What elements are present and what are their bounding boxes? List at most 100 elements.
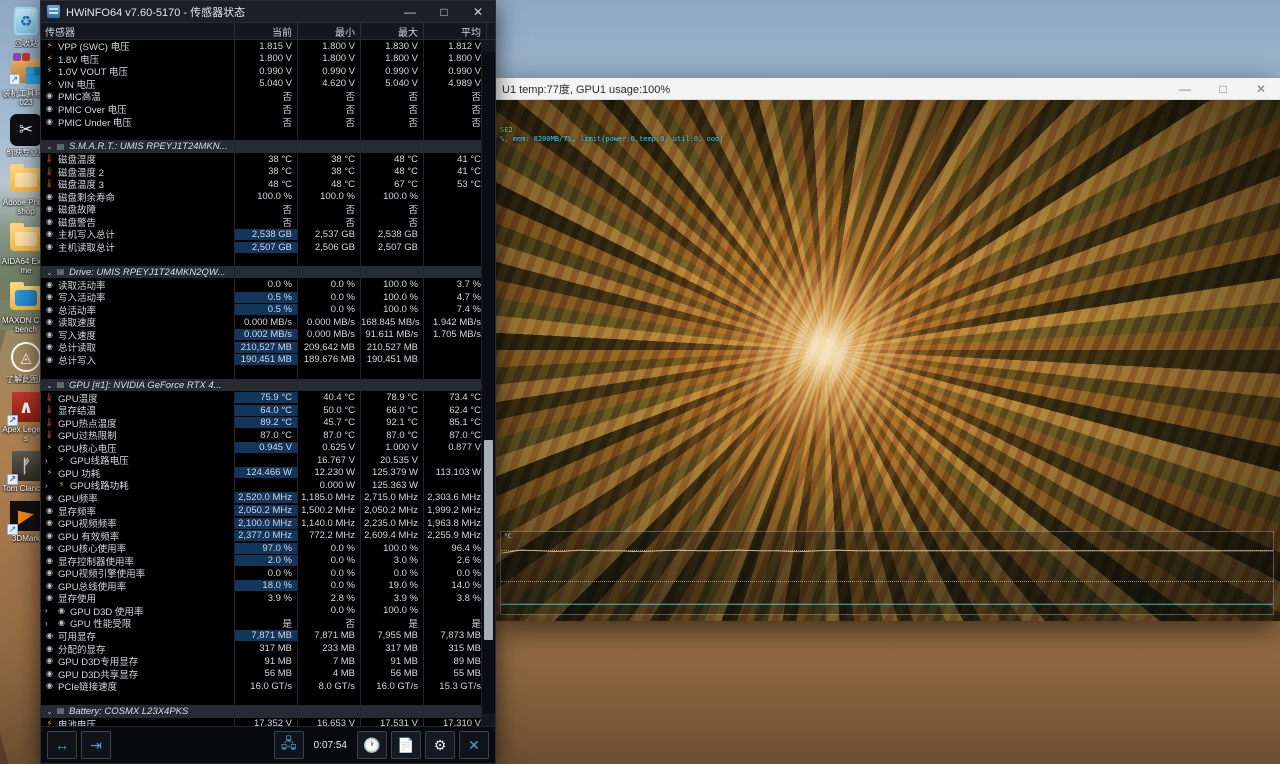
sensor-group-header[interactable]: ⌄▤S.M.A.R.T.: UMIS RPEYJ1T24MKN... <box>41 140 481 153</box>
sensor-row[interactable]: ◉PMIC Over 电压否否否否 <box>41 103 481 116</box>
sensor-row[interactable]: ⚡GPU 功耗124.466 W12.230 W125.379 W113.103… <box>41 467 481 480</box>
exit-button[interactable]: ✕ <box>459 731 489 759</box>
collapse-chevron-icon[interactable]: ⌄ <box>45 381 54 390</box>
column-header-1[interactable]: 传感器 <box>41 24 234 39</box>
gauge-icon: ◉ <box>45 192 54 201</box>
sensor-row[interactable]: 🌡磁盘温度38 °C38 °C48 °C41 °C <box>41 153 481 166</box>
sensor-row[interactable]: ◉GPU D3D专用显存91 MB7 MB91 MB89 MB <box>41 655 481 668</box>
sensor-row[interactable]: 🌡显存结温64.0 °C50.0 °C66.0 °C62.4 °C <box>41 404 481 417</box>
sensor-row[interactable]: ◉GPU视频频率2,100.0 MHz1,140.0 MHz2,235.0 MH… <box>41 517 481 530</box>
column-divider <box>297 379 298 392</box>
close-button[interactable]: ✕ <box>461 1 495 23</box>
value-min: 0.0 % <box>298 543 360 554</box>
value-max: 56 MB <box>361 668 423 679</box>
hwinfo-titlebar[interactable]: HWiNFO64 v7.60-5170 - 传感器状态 — □ ✕ <box>41 1 495 23</box>
sensor-group-header[interactable]: ⌄▤GPU [#1]: NVIDIA GeForce RTX 4... <box>41 379 481 392</box>
collapse-chevron-icon[interactable]: ⌄ <box>45 142 54 151</box>
sensor-row[interactable]: 🌡磁盘温度 238 °C38 °C48 °C41 °C <box>41 165 481 178</box>
sensor-row[interactable]: ◉GPU D3D共享显存56 MB4 MB56 MB55 MB <box>41 667 481 680</box>
sensor-row[interactable]: ◉读取活动率0.0 %0.0 %100.0 %3.7 % <box>41 278 481 291</box>
sensor-row[interactable]: ◉PMIC Under 电压否否否否 <box>41 115 481 128</box>
minimize-button[interactable]: — <box>393 1 427 23</box>
column-divider[interactable] <box>486 23 487 39</box>
minimize-button[interactable]: — <box>1166 78 1204 100</box>
forward-button[interactable]: ⇥ <box>81 731 111 759</box>
column-divider <box>423 228 424 241</box>
back-button[interactable]: ↔ <box>47 731 77 759</box>
expand-chevron-icon[interactable]: › <box>45 619 55 628</box>
sensor-row[interactable]: ◉GPU视频引擎使用率0.0 %0.0 %0.0 %0.0 % <box>41 567 481 580</box>
clock-button[interactable]: 🕐 <box>357 731 387 759</box>
sensor-row[interactable]: ◉主机读取总计2,507 GB2,506 GB2,507 GB <box>41 241 481 254</box>
sensor-table-body[interactable]: ⚡VPP (SWC) 电压1.815 V1.800 V1.830 V1.812 … <box>41 40 495 726</box>
sensor-row[interactable]: ◉写入活动率0.5 %0.0 %100.0 %4.7 % <box>41 291 481 304</box>
sensor-row[interactable]: ◉显存使用3.9 %2.8 %3.9 %3.8 % <box>41 592 481 605</box>
sensor-row[interactable]: ⚡电池电压17.352 V16.653 V17.531 V17.310 V <box>41 718 481 726</box>
sensor-rows-container[interactable]: ⚡VPP (SWC) 电压1.815 V1.800 V1.830 V1.812 … <box>41 40 481 726</box>
sensor-row[interactable]: 🌡磁盘温度 348 °C48 °C67 °C53 °C <box>41 178 481 191</box>
sensor-group-header[interactable]: ⌄▤Battery: COSMX L23X4PKS <box>41 705 481 718</box>
column-header-5[interactable]: 平均 <box>424 24 486 39</box>
scroll-up-button[interactable] <box>482 40 495 52</box>
sensor-row[interactable]: ◉可用显存7,871 MB7,871 MB7,955 MB7,873 MB <box>41 630 481 643</box>
settings-gear-button[interactable]: ⚙ <box>425 731 455 759</box>
value-cur: 是 <box>235 616 297 630</box>
sensor-row[interactable]: 🌡GPU热点温度89.2 °C45.7 °C92.1 °C85.1 °C <box>41 416 481 429</box>
hwinfo-window[interactable]: HWiNFO64 v7.60-5170 - 传感器状态 — □ ✕ 传感器当前最… <box>40 0 496 764</box>
sensor-row[interactable]: ◉写入速度0.002 MB/s0.000 MB/s91.611 MB/s1.70… <box>41 329 481 342</box>
hwinfo-toolbar[interactable]: ↔ ⇥ 🖧 0:07:54 🕐 📄 ⚙ ✕ <box>41 726 495 763</box>
sensor-row[interactable]: ◉磁盘警告否否否 <box>41 216 481 229</box>
column-header-4[interactable]: 最大 <box>361 24 423 39</box>
sensor-row[interactable]: 🌡GPU过热限制87.0 °C87.0 °C87.0 °C87.0 °C <box>41 429 481 442</box>
sensor-row[interactable]: ◉读取速度0.000 MB/s0.000 MB/s168.845 MB/s1.9… <box>41 316 481 329</box>
network-sensors-button[interactable]: 🖧 <box>274 731 304 759</box>
column-header-2[interactable]: 当前 <box>235 24 297 39</box>
maximize-button[interactable]: □ <box>427 1 461 23</box>
scroll-down-button[interactable] <box>482 714 495 726</box>
sensor-row[interactable]: ⚡VIN 电压5.040 V4.620 V5.040 V4.989 V <box>41 78 481 91</box>
maximize-button[interactable]: □ <box>1204 78 1242 100</box>
sensor-row[interactable]: ◉GPU 有效频率2,377.0 MHz772.2 MHz2,609.4 MHz… <box>41 529 481 542</box>
sensor-row[interactable]: ◉总计读取210,527 MB209,642 MB210,527 MB <box>41 341 481 354</box>
sensor-row[interactable]: ›◉GPU D3D 使用率0.0 %100.0 % <box>41 605 481 618</box>
furmark-titlebar[interactable]: U1 temp:77度, GPU1 usage:100% — □ ✕ <box>496 78 1280 100</box>
value-min: 1,185.0 MHz <box>298 492 360 503</box>
sensor-label: PMIC Under 电压 <box>58 115 132 129</box>
sensor-row[interactable]: ◉PMIC高温否否否否 <box>41 90 481 103</box>
sensor-row[interactable]: ›◉GPU 性能受限是否是是 <box>41 617 481 630</box>
expand-chevron-icon[interactable]: › <box>45 456 55 465</box>
sensor-row[interactable]: ◉分配的显存317 MB233 MB317 MB315 MB <box>41 642 481 655</box>
sensor-row[interactable]: ◉GPU频率2,520.0 MHz1,185.0 MHz2,715.0 MHz2… <box>41 492 481 505</box>
furmark-window[interactable]: U1 temp:77度, GPU1 usage:100% — □ ✕ SE2 %… <box>496 78 1280 621</box>
sensor-row[interactable]: ›⚡GPU线路电压16.767 V20.535 V <box>41 454 481 467</box>
sensor-row[interactable]: ◉主机写入总计2,538 GB2,537 GB2,538 GB <box>41 228 481 241</box>
sensor-row[interactable]: ⚡1.0V VOUT 电压0.990 V0.990 V0.990 V0.990 … <box>41 65 481 78</box>
sensor-row[interactable]: ◉磁盘故障否否否 <box>41 203 481 216</box>
collapse-chevron-icon[interactable]: ⌄ <box>45 268 54 277</box>
sensor-row[interactable]: ›⚡GPU线路功耗0.000 W125.363 W <box>41 479 481 492</box>
sensor-row[interactable]: ◉显存频率2,050.2 MHz1,500.2 MHz2,050.2 MHz1,… <box>41 504 481 517</box>
sensor-row[interactable]: ⚡1.8V 电压1.800 V1.800 V1.800 V1.800 V <box>41 53 481 66</box>
sensor-row[interactable]: ⚡VPP (SWC) 电压1.815 V1.800 V1.830 V1.812 … <box>41 40 481 53</box>
column-header-3[interactable]: 最小 <box>298 24 360 39</box>
sensor-row[interactable]: 🌡GPU温度75.9 °C40.4 °C78.9 °C73.4 °C <box>41 391 481 404</box>
logging-button[interactable]: 📄 <box>391 731 421 759</box>
sensor-group-header[interactable]: ⌄▤Drive: UMIS RPEYJ1T24MKN2QW... <box>41 266 481 279</box>
collapse-chevron-icon[interactable]: ⌄ <box>45 707 54 716</box>
sensor-row[interactable]: ◉GPU总线使用率18.0 %0.0 %19.0 %14.0 % <box>41 580 481 593</box>
osd-line-2: %, mem: 8200MB/7%, limit(power:0,temp:0,… <box>500 135 723 144</box>
sensor-row[interactable]: ◉显存控制器使用率2.0 %0.0 %3.0 %2.6 % <box>41 554 481 567</box>
sensor-row[interactable]: ◉GPU核心使用率97.0 %0.0 %100.0 %96.4 % <box>41 542 481 555</box>
sensor-row[interactable]: ⚡GPU核心电压0.945 V0.625 V1.000 V0.877 V <box>41 442 481 455</box>
expand-chevron-icon[interactable]: › <box>45 481 55 490</box>
sensor-row[interactable]: ◉总计写入190,451 MB189,676 MB190,451 MB <box>41 354 481 367</box>
close-button[interactable]: ✕ <box>1242 78 1280 100</box>
scrollbar-thumb[interactable] <box>484 440 493 640</box>
expand-chevron-icon[interactable]: › <box>45 606 55 615</box>
value-max: 3.9 % <box>361 593 423 604</box>
desktop-icon-label: 回收站 <box>14 39 38 48</box>
sensor-row[interactable]: ◉PCIe链接速度16.0 GT/s8.0 GT/s16.0 GT/s15.3 … <box>41 680 481 693</box>
sensor-row[interactable]: ◉磁盘剩余寿命100.0 %100.0 %100.0 % <box>41 191 481 204</box>
sensor-row[interactable]: ◉总活动率0.5 %0.0 %100.0 %7.4 % <box>41 303 481 316</box>
vertical-scrollbar[interactable] <box>481 40 495 726</box>
